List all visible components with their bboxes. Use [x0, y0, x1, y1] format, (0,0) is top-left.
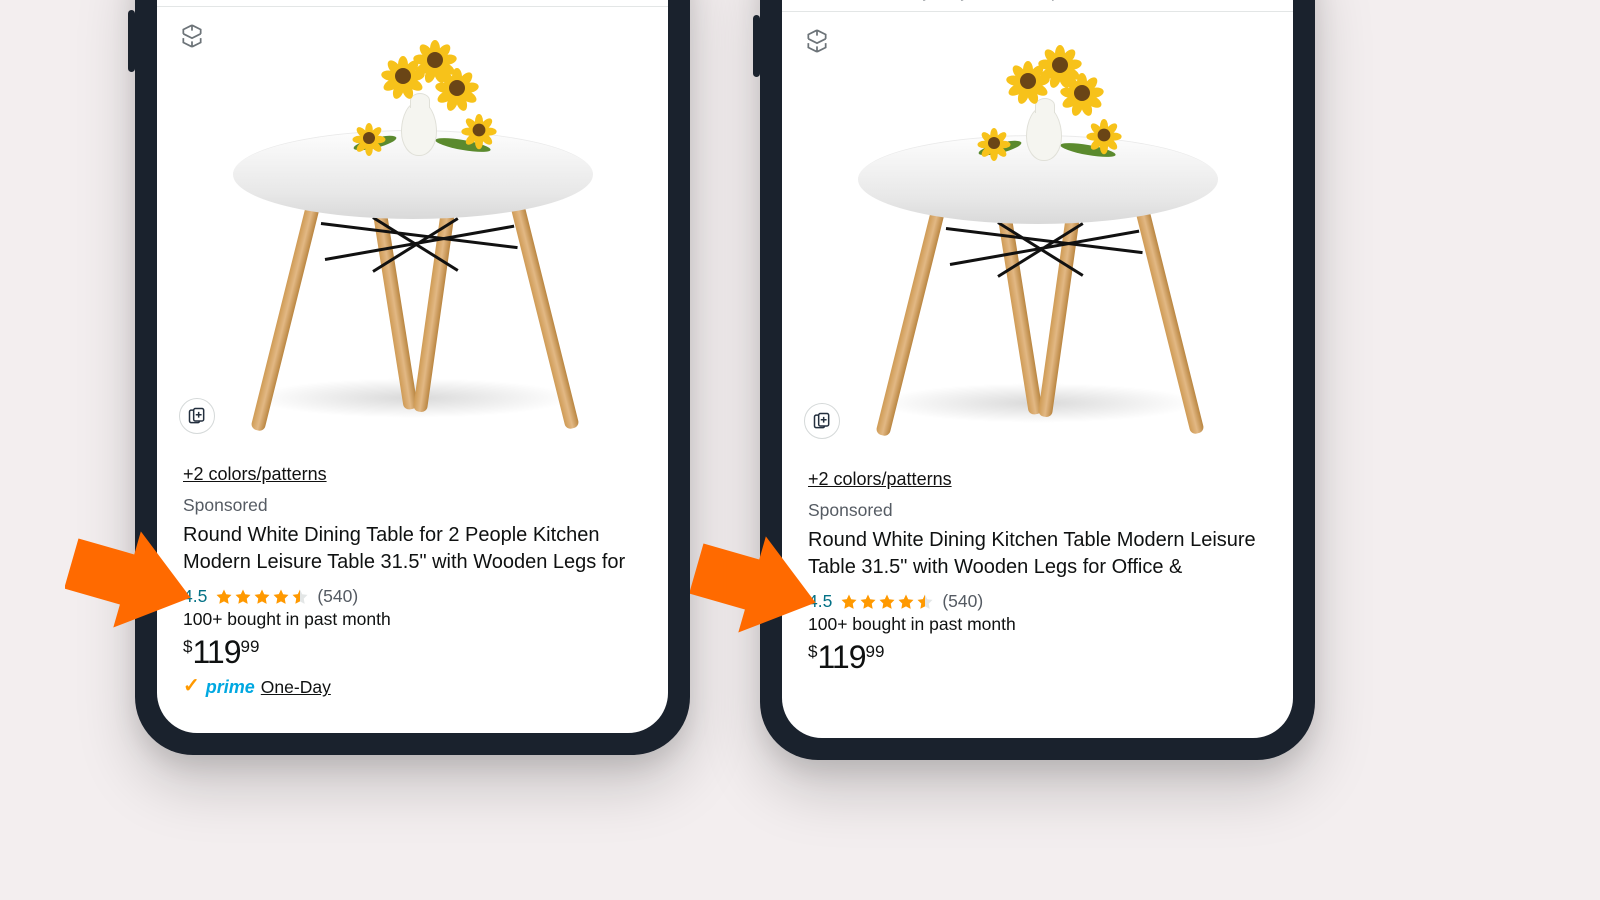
rating-value: 4.5 [183, 586, 207, 607]
price-fraction: 99 [240, 637, 259, 657]
sponsored-label: Sponsored [183, 495, 652, 516]
prime-check-icon: ✓ [183, 673, 200, 698]
product-image[interactable] [157, 7, 668, 452]
review-count: (540) [942, 591, 983, 612]
sponsored-label: Sponsored [808, 500, 1277, 521]
phone-mockup-left: Check each product page for other buying… [135, 0, 690, 755]
ar-view-icon[interactable] [179, 23, 205, 49]
price-currency: $ [183, 637, 192, 657]
product-title[interactable]: Round White Dining Kitchen Table Modern … [808, 527, 1277, 581]
product-title[interactable]: Round White Dining Table for 2 People Ki… [183, 522, 652, 576]
product-illustration [828, 25, 1248, 445]
star-rating-icon [215, 588, 309, 606]
prime-logo: prime [206, 677, 255, 698]
phone-side-button [753, 15, 760, 77]
ar-view-icon[interactable] [804, 28, 830, 54]
price-fraction: 99 [865, 642, 884, 662]
price: $ 119 99 [808, 639, 1277, 676]
price-whole: 119 [817, 639, 865, 676]
price-whole: 119 [192, 634, 240, 671]
bought-text: 100+ bought in past month [183, 609, 652, 630]
phone-screen: Check each product page for other buying… [782, 0, 1293, 738]
product-card[interactable]: +2 colors/patterns Sponsored Round White… [157, 6, 668, 706]
review-count: (540) [317, 586, 358, 607]
product-illustration [203, 20, 623, 440]
rating-row[interactable]: 4.5 (540) [183, 586, 652, 607]
star-rating-icon [840, 593, 934, 611]
rating-value: 4.5 [808, 591, 832, 612]
rating-row[interactable]: 4.5 (540) [808, 591, 1277, 612]
prime-shipping-text: One-Day [261, 677, 331, 698]
prime-row: ✓ prime One-Day [183, 675, 652, 700]
product-card[interactable]: +2 colors/patterns Sponsored Round White… [782, 11, 1293, 682]
price-currency: $ [808, 642, 817, 662]
bought-text: 100+ bought in past month [808, 614, 1277, 635]
listing-notice: Check each product page for other buying… [782, 0, 1293, 11]
more-colors-link[interactable]: +2 colors/patterns [808, 469, 952, 489]
product-image[interactable] [782, 12, 1293, 457]
more-colors-link[interactable]: +2 colors/patterns [183, 464, 327, 484]
price: $ 119 99 [183, 634, 652, 671]
phone-mockup-right: Check each product page for other buying… [760, 0, 1315, 760]
phone-screen: Check each product page for other buying… [157, 0, 668, 733]
options-popover-icon[interactable] [804, 403, 840, 439]
phone-side-button [128, 10, 135, 72]
options-popover-icon[interactable] [179, 398, 215, 434]
